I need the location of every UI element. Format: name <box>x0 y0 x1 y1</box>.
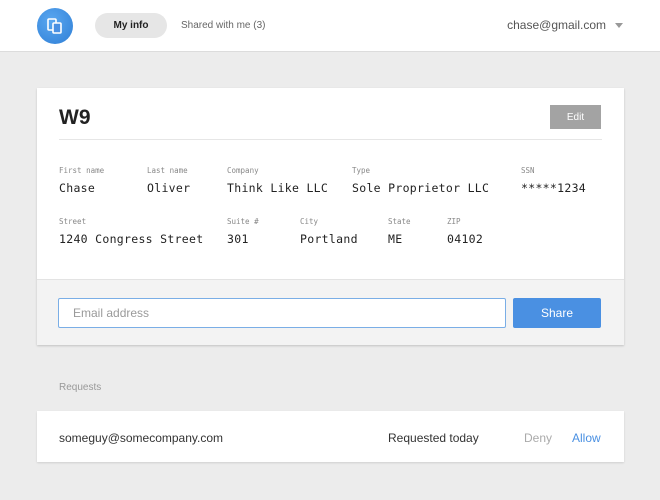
field-value: 04102 <box>447 232 484 246</box>
field-label: Last name <box>147 166 188 175</box>
allow-button[interactable]: Allow <box>572 431 601 445</box>
field-street: Street 1240 Congress Street <box>59 217 203 246</box>
field-last-name: Last name Oliver <box>147 166 190 195</box>
account-menu[interactable]: chase@gmail.com <box>507 18 623 32</box>
tab-my-info[interactable]: My info <box>95 13 167 38</box>
field-label: Type <box>352 166 371 175</box>
field-label: SSN <box>521 166 535 175</box>
field-value: *****1234 <box>521 181 587 195</box>
field-label: Suite # <box>227 217 259 226</box>
deny-button[interactable]: Deny <box>524 431 552 445</box>
field-company: Company Think Like LLC <box>227 166 328 195</box>
field-value: ME <box>388 232 403 246</box>
top-bar: My info Shared with me (3) chase@gmail.c… <box>0 0 660 52</box>
app-logo[interactable] <box>37 8 73 44</box>
divider <box>59 139 602 140</box>
field-ssn: SSN *****1234 <box>521 166 586 195</box>
field-state: State ME <box>388 217 411 246</box>
field-value: Chase <box>59 181 96 195</box>
request-row: someguy@somecompany.com Requested today … <box>37 411 624 462</box>
field-first-name: First name Chase <box>59 166 104 195</box>
field-value: 1240 Congress Street <box>59 232 204 246</box>
field-label: First name <box>59 166 105 175</box>
field-label: ZIP <box>447 217 461 226</box>
account-email: chase@gmail.com <box>507 18 606 32</box>
share-area: Share <box>37 279 624 345</box>
field-city: City Portland <box>300 217 358 246</box>
w9-card: W9 Edit First name Chase Last name Olive… <box>37 88 624 345</box>
field-label: Company <box>227 166 259 175</box>
form-title: W9 <box>59 106 91 129</box>
field-value: Sole Proprietor LLC <box>352 181 490 195</box>
documents-icon <box>47 18 62 34</box>
field-label: City <box>300 217 319 226</box>
field-suite: Suite # 301 <box>227 217 259 246</box>
email-input[interactable] <box>58 298 506 328</box>
chevron-down-icon <box>615 22 623 28</box>
field-label: Street <box>59 217 87 226</box>
request-email: someguy@somecompany.com <box>59 431 224 445</box>
field-value: 301 <box>227 232 249 246</box>
field-value: Think Like LLC <box>227 181 329 195</box>
request-status: Requested today <box>388 431 479 445</box>
field-type: Type Sole Proprietor LLC <box>352 166 489 195</box>
share-button[interactable]: Share <box>513 298 601 328</box>
field-zip: ZIP 04102 <box>447 217 483 246</box>
tab-shared-with-me[interactable]: Shared with me (3) <box>167 13 279 38</box>
field-label: State <box>388 217 411 226</box>
requests-heading: Requests <box>59 382 102 393</box>
field-value: Oliver <box>147 181 191 195</box>
edit-button[interactable]: Edit <box>550 105 601 129</box>
field-value: Portland <box>300 232 358 246</box>
